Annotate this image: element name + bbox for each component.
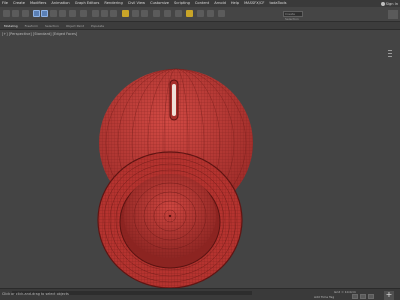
status-prompt: Click or click-and-drag to select object… [2, 292, 69, 296]
sign-in-label: Sign In [385, 1, 398, 6]
main-toolbar: Create Selection Set [0, 7, 400, 26]
percent-snap-icon[interactable] [110, 10, 117, 17]
selection-set-dropdown[interactable]: Create Selection Set [283, 11, 303, 26]
menu-content[interactable]: Content [195, 0, 209, 7]
maximize-viewport-button[interactable]: + [384, 291, 394, 300]
align-icon[interactable] [141, 10, 148, 17]
select-rotate-icon[interactable] [50, 10, 57, 17]
tab-object-paint[interactable]: Object Paint [66, 24, 84, 28]
menu-help[interactable]: Help [231, 0, 239, 7]
menu-arnold[interactable]: Arnold [214, 0, 226, 7]
reference-coordinate-icon[interactable] [69, 10, 76, 17]
sign-in-button[interactable]: Sign In [380, 0, 398, 7]
layer-manager-icon[interactable] [153, 10, 160, 17]
render-production-icon[interactable] [218, 10, 225, 17]
snap-toggle-icon[interactable] [92, 10, 99, 17]
named-selection-icon[interactable] [122, 10, 129, 17]
menu-civil-view[interactable]: Civil View [128, 0, 145, 7]
select-object-icon[interactable] [33, 10, 40, 17]
redo-icon[interactable] [12, 10, 19, 17]
render-setup-icon[interactable] [197, 10, 204, 17]
menu-scripting[interactable]: Scripting [174, 0, 190, 7]
menu-customize[interactable]: Customize [150, 0, 169, 7]
schematic-view-icon[interactable] [175, 10, 182, 17]
user-icon [380, 1, 385, 6]
ribbon-tabs: Modeling Freeform Selection Object Paint… [0, 22, 400, 30]
auto-key-icon[interactable] [360, 294, 366, 299]
curve-editor-icon[interactable] [164, 10, 171, 17]
menu-rendering[interactable]: Rendering [104, 0, 122, 7]
menu-massfx[interactable]: MASSFX/CF [244, 0, 264, 7]
tab-populate[interactable]: Populate [91, 24, 104, 28]
door-knob-model[interactable] [0, 30, 400, 288]
tab-modeling[interactable]: Modeling [4, 24, 18, 28]
menu-file[interactable]: File [2, 0, 8, 7]
perspective-viewport[interactable]: [+] [Perspective] [Standard] [Edged Face… [0, 30, 400, 288]
key-filters-icon[interactable] [368, 294, 374, 299]
select-move-icon[interactable] [41, 10, 48, 17]
menu-tadatools[interactable]: tadaTools [270, 0, 287, 7]
menu-modifiers[interactable]: Modifiers [30, 0, 46, 7]
menu-graph-editors[interactable]: Graph Editors [75, 0, 100, 7]
material-editor-icon[interactable] [186, 10, 193, 17]
tab-selection[interactable]: Selection [45, 24, 59, 28]
tab-freeform[interactable]: Freeform [25, 24, 38, 28]
undo-icon[interactable] [3, 10, 10, 17]
toolbar-extras-icon[interactable] [388, 10, 398, 19]
rendered-frame-icon[interactable] [207, 10, 214, 17]
mirror-icon[interactable] [132, 10, 139, 17]
status-bar: Click or click-and-drag to select object… [0, 288, 400, 300]
pivot-center-icon[interactable] [80, 10, 87, 17]
link-icon[interactable] [22, 10, 29, 17]
menu-create[interactable]: Create [13, 0, 25, 7]
menu-bar: File Create Modifiers Animation Graph Ed… [0, 0, 400, 7]
select-scale-icon[interactable] [59, 10, 66, 17]
menu-animation[interactable]: Animation [51, 0, 69, 7]
set-key-icon[interactable] [352, 294, 358, 299]
add-time-tag-button[interactable]: Add Time Tag [314, 295, 334, 299]
angle-snap-icon[interactable] [101, 10, 108, 17]
